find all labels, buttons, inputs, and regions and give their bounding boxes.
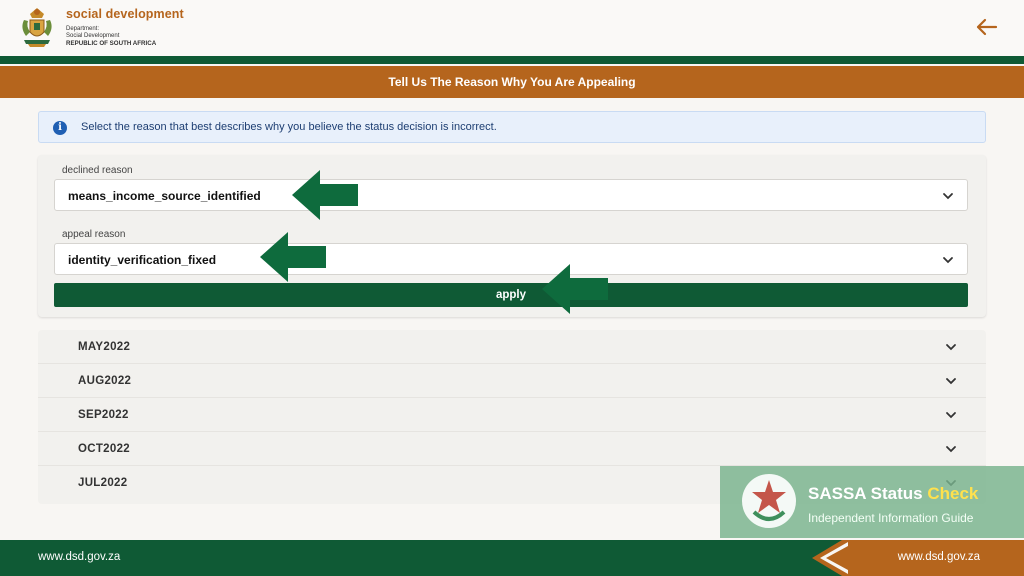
brand-block: social development Department: Social De… [66,8,184,47]
info-icon: i [53,121,67,135]
month-label: SEP2022 [78,409,129,421]
chevron-down-icon [946,344,956,351]
month-label: AUG2022 [78,375,132,387]
info-banner: i Select the reason that best describes … [38,111,986,143]
declined-reason-select[interactable]: means_income_source_identified [54,179,968,211]
month-item-sep2022[interactable]: SEP2022 [38,398,986,432]
month-label: OCT2022 [78,443,130,455]
header-divider [0,56,1024,64]
appeal-reason-select[interactable]: identity_verification_fixed [54,243,968,275]
footer: www.dsd.gov.za www.dsd.gov.za [0,540,1024,576]
chevron-down-icon [946,378,956,385]
chevron-down-icon [946,446,956,453]
month-label: JUL2022 [78,477,128,489]
appeal-form-card: declined reason means_income_source_iden… [38,155,986,317]
month-item-aug2022[interactable]: AUG2022 [38,364,986,398]
watermark-title: SASSA Status Check [808,484,979,503]
footer-link-right[interactable]: www.dsd.gov.za [898,551,980,563]
header: social development Department: Social De… [0,0,1024,56]
chevron-down-icon [946,412,956,419]
appeal-reason-value: identity_verification_fixed [68,253,217,267]
apply-button[interactable]: apply [54,283,968,307]
declined-reason-label: declined reason [62,165,133,176]
chevron-down-icon [943,193,953,200]
month-item-may2022[interactable]: MAY2022 [38,330,986,364]
brand-line-2: Social Development [66,32,120,39]
footer-link-left[interactable]: www.dsd.gov.za [38,551,120,563]
sassa-watermark: SASSA Status Check Independent Informati… [720,466,1024,538]
watermark-title-accent: Check [927,484,979,503]
chevron-down-icon [943,257,953,264]
brand-line-1: Department: [66,25,100,32]
info-text: Select the reason that best describes wh… [81,121,497,133]
watermark-subtitle: Independent Information Guide [808,511,974,525]
arrow-left-icon[interactable] [974,14,1000,40]
appeal-reason-label: appeal reason [62,229,126,240]
declined-reason-value: means_income_source_identified [68,189,261,203]
month-item-oct2022[interactable]: OCT2022 [38,432,986,466]
page-title: Tell Us The Reason Why You Are Appealing [0,66,1024,98]
brand-line-3: REPUBLIC OF SOUTH AFRICA [66,39,157,47]
month-label: MAY2022 [78,341,131,353]
brand-name: social development [66,7,184,21]
coat-of-arms-logo [22,8,52,47]
shield-star-icon [742,474,796,528]
